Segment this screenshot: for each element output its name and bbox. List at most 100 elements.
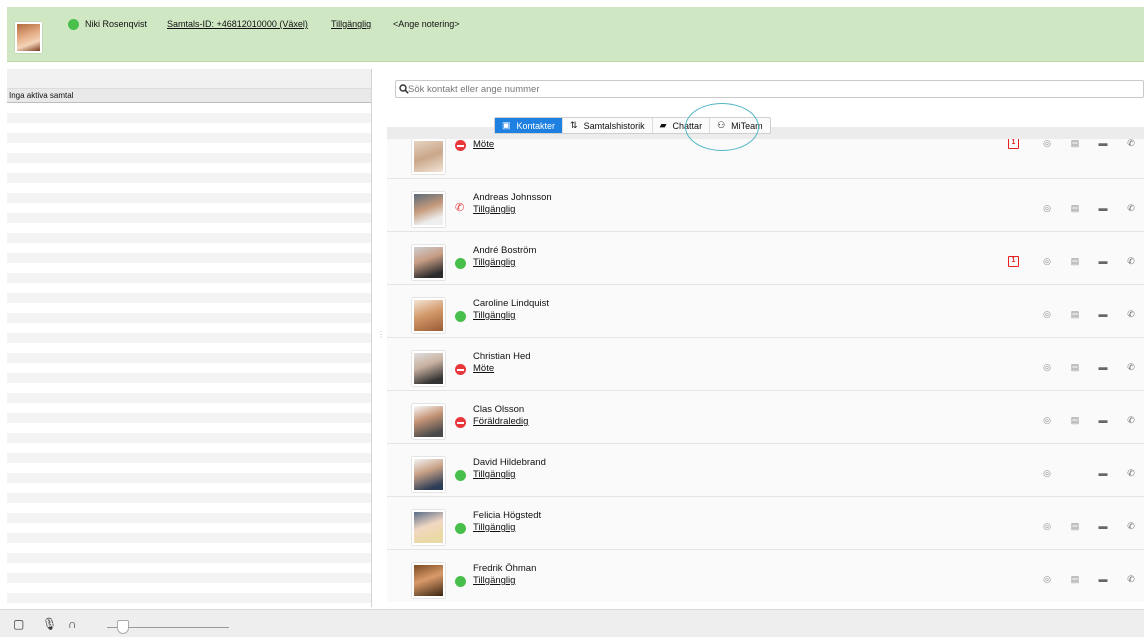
chat-icon[interactable]: ▬ [1097, 574, 1109, 584]
contact-row[interactable]: ✆ Andreas Johnsson Tillgänglig ◎ ▤ ▬ ✆ [387, 179, 1144, 232]
available-status-icon [455, 470, 466, 481]
note-field[interactable]: <Ange notering> [393, 19, 460, 29]
main-tabs: ▣ Kontakter ⇅ Samtalshistorik ▰ Chattar … [494, 117, 771, 134]
available-status-icon [455, 576, 466, 587]
call-icon[interactable]: ✆ [1125, 574, 1137, 585]
contact-photo [412, 245, 445, 280]
presence-info-icon[interactable]: ◎ [1041, 256, 1053, 267]
presence-info-icon[interactable]: ◎ [1041, 139, 1053, 149]
call-icon[interactable]: ✆ [1125, 256, 1137, 267]
contact-row[interactable]: Felicia Högstedt Tillgänglig ◎ ▤ ▬ ✆ [387, 497, 1144, 550]
note-icon[interactable]: ▤ [1069, 139, 1081, 149]
contact-name: Andreas Johnsson [473, 192, 552, 203]
chat-icon[interactable]: ▬ [1097, 362, 1109, 372]
call-icon[interactable]: ✆ [1125, 139, 1137, 149]
note-icon[interactable]: ▤ [1069, 415, 1081, 426]
availability-link[interactable]: Tillgänglig [331, 19, 371, 29]
contact-row[interactable]: Christian Hed Möte ◎ ▤ ▬ ✆ [387, 338, 1144, 391]
contact-actions: ◎ ▤ ▬ ✆ [994, 415, 1144, 429]
top-status-bar: Niki Rosenqvist Samtals-ID: +46812010000… [7, 7, 1144, 62]
contact-status[interactable]: Tillgänglig [473, 310, 515, 321]
contact-photo [412, 192, 445, 227]
contact-row[interactable]: André Boström Tillgänglig 1 ◎ ▤ ▬ ✆ [387, 232, 1144, 285]
contact-status[interactable]: Föräldraledig [473, 416, 528, 427]
chat-icon[interactable]: ▬ [1097, 521, 1109, 531]
presence-info-icon[interactable]: ◎ [1041, 362, 1053, 373]
tab-miteam[interactable]: ⚇ MiTeam [710, 118, 770, 133]
presence-info-icon[interactable]: ◎ [1041, 415, 1053, 426]
contacts-list: Möte 1 ◎ ▤ ▬ ✆ ✆ Andreas Johnsson Tillgänglig ◎ ▤ ▬… [387, 127, 1144, 602]
contact-name: Felicia Högstedt [473, 510, 542, 521]
contact-row[interactable]: David Hildebrand Tillgänglig ◎ ▬ ✆ [387, 444, 1144, 497]
contact-status[interactable]: Tillgänglig [473, 469, 515, 480]
call-icon[interactable]: ✆ [1125, 362, 1137, 373]
calendar-icon[interactable]: 1 [1008, 139, 1019, 149]
chat-icon[interactable]: ▬ [1097, 468, 1109, 478]
active-calls-panel: Inga aktiva samtal [7, 69, 372, 607]
contact-status[interactable]: Möte [473, 363, 494, 374]
dialpad-icon[interactable]: ▢ [13, 617, 24, 631]
contact-actions: 1 ◎ ▤ ▬ ✆ [994, 256, 1144, 270]
presence-status-icon [68, 19, 79, 30]
presence-info-icon[interactable]: ◎ [1041, 468, 1053, 479]
note-icon[interactable]: ▤ [1069, 574, 1081, 585]
contacts-icon: ▣ [502, 120, 511, 130]
contact-name: Caroline Lindquist [473, 298, 550, 309]
chat-icon[interactable]: ▬ [1097, 203, 1109, 213]
chat-icon[interactable]: ▬ [1097, 139, 1109, 148]
microphone-icon[interactable]: 🎙︎ [42, 617, 57, 631]
call-id-link[interactable]: Samtals-ID: +46812010000 (Växel) [167, 19, 308, 29]
calls-toolbar [7, 69, 371, 89]
note-icon[interactable]: ▤ [1069, 203, 1081, 214]
chat-icon[interactable]: ▬ [1097, 309, 1109, 319]
chat-bubble-icon: ▰ [659, 120, 667, 130]
tab-label: MiTeam [731, 120, 763, 131]
contact-row[interactable]: Fredrik Öhman Tillgänglig ◎ ▤ ▬ ✆ [387, 550, 1144, 602]
contact-row[interactable]: Caroline Lindquist Tillgänglig ◎ ▤ ▬ ✆ [387, 285, 1144, 338]
history-icon: ⇅ [570, 120, 578, 130]
call-icon[interactable]: ✆ [1125, 203, 1137, 214]
contact-status[interactable]: Tillgänglig [473, 257, 515, 268]
bottom-toolbar: ▢ 🎙︎ ∩ [0, 609, 1144, 637]
tab-call-history[interactable]: ⇅ Samtalshistorik [563, 118, 653, 133]
tab-contacts[interactable]: ▣ Kontakter [495, 118, 564, 133]
user-name: Niki Rosenqvist [85, 19, 148, 29]
note-icon[interactable]: ▤ [1069, 309, 1081, 320]
team-icon: ⚇ [717, 120, 726, 130]
headset-icon[interactable]: ∩ [68, 617, 77, 631]
presence-info-icon[interactable]: ◎ [1041, 309, 1053, 320]
contact-row[interactable]: Möte 1 ◎ ▤ ▬ ✆ [387, 139, 1144, 179]
call-icon[interactable]: ✆ [1125, 468, 1137, 479]
contact-photo [412, 510, 445, 545]
on-call-icon: ✆ [455, 202, 465, 214]
note-icon[interactable]: ▤ [1069, 256, 1081, 267]
presence-info-icon[interactable]: ◎ [1041, 574, 1053, 585]
search-input[interactable]: Sök kontakt eller ange nummer [395, 80, 1144, 98]
note-icon[interactable]: ▤ [1069, 362, 1081, 373]
presence-info-icon[interactable]: ◎ [1041, 521, 1053, 532]
active-calls-header: Inga aktiva samtal [7, 89, 371, 103]
contact-status[interactable]: Tillgänglig [473, 204, 515, 215]
chat-icon[interactable]: ▬ [1097, 256, 1109, 266]
contact-status[interactable]: Tillgänglig [473, 575, 515, 586]
note-icon[interactable]: ▤ [1069, 521, 1081, 532]
tab-chats[interactable]: ▰ Chattar [653, 118, 711, 133]
user-avatar[interactable] [15, 22, 42, 53]
panel-splitter-handle[interactable]: ⋮ [377, 330, 385, 340]
tab-label: Kontakter [516, 120, 556, 131]
presence-info-icon[interactable]: ◎ [1041, 203, 1053, 214]
contact-photo [412, 298, 445, 333]
calendar-icon[interactable]: 1 [1008, 256, 1019, 267]
call-icon[interactable]: ✆ [1125, 309, 1137, 320]
volume-slider-knob[interactable] [116, 620, 129, 634]
contact-status[interactable]: Tillgänglig [473, 522, 515, 533]
chat-icon[interactable]: ▬ [1097, 415, 1109, 425]
call-icon[interactable]: ✆ [1125, 521, 1137, 532]
contact-photo [412, 404, 445, 439]
call-icon[interactable]: ✆ [1125, 415, 1137, 426]
contact-name: David Hildebrand [473, 457, 546, 468]
contact-row[interactable]: Clas Olsson Föräldraledig ◎ ▤ ▬ ✆ [387, 391, 1144, 444]
contact-name: Fredrik Öhman [473, 563, 537, 574]
contact-status[interactable]: Möte [473, 139, 494, 150]
contact-actions: ◎ ▤ ▬ ✆ [994, 574, 1144, 588]
